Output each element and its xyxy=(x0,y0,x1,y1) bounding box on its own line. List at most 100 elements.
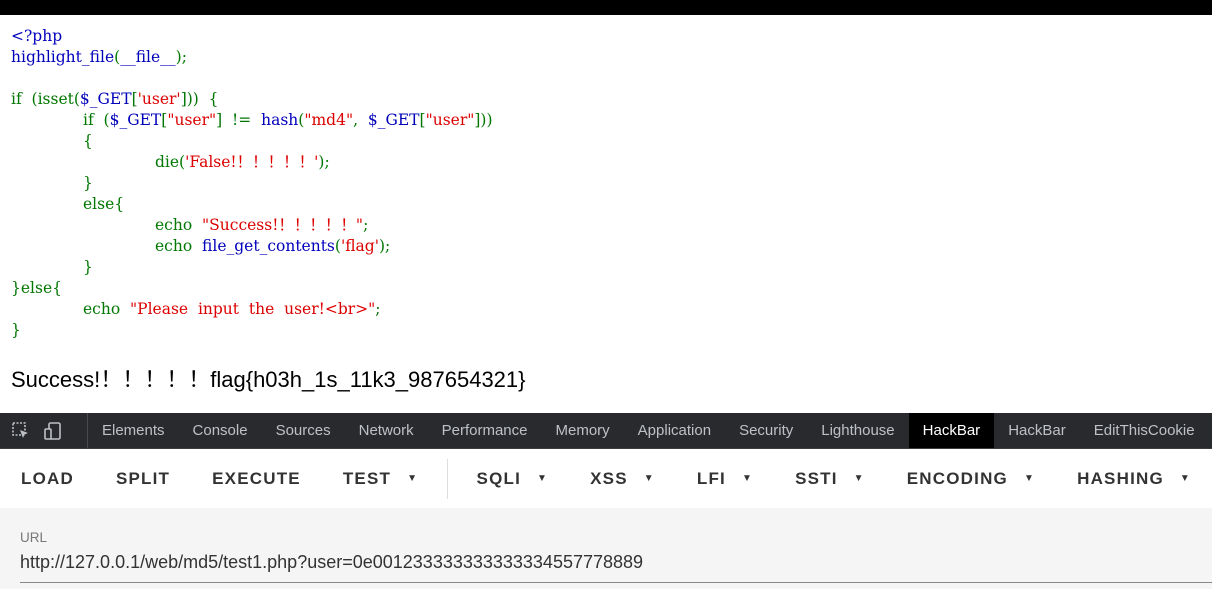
code-line: <?php xyxy=(11,26,493,47)
hackbar-hashing-button[interactable]: HASHING ▼ xyxy=(1056,449,1212,508)
hackbar-encoding-button[interactable]: ENCODING ▼ xyxy=(886,449,1056,508)
code-line: { xyxy=(83,131,493,152)
code-line: echo file_get_contents('flag'); xyxy=(155,236,493,257)
code-token: { xyxy=(83,132,93,150)
devtools-tab-lighthouse[interactable]: Lighthouse xyxy=(807,413,908,448)
code-token: ; xyxy=(375,300,381,318)
code-token: highlight_file xyxy=(11,48,115,66)
hackbar-ssti-button[interactable]: SSTI ▼ xyxy=(774,449,886,508)
code-line: else{ xyxy=(83,194,493,215)
devtools-tab-security[interactable]: Security xyxy=(725,413,807,448)
hackbar-button-label: XSS xyxy=(590,468,628,488)
code-token: file_get_contents xyxy=(202,237,335,255)
devtools-tab-editthiscookie[interactable]: EditThisCookie xyxy=(1080,413,1209,448)
caret-down-icon: ▼ xyxy=(1023,473,1036,484)
caret-down-icon: ▼ xyxy=(407,473,419,484)
code-token: ); xyxy=(175,48,187,66)
code-token: 'flag' xyxy=(340,237,379,255)
code-line: echo "Please input the user!<br>"; xyxy=(83,299,493,320)
code-token: ] != xyxy=(216,111,262,129)
code-token: ; xyxy=(363,216,369,234)
code-token: echo xyxy=(83,300,131,318)
url-label: URL xyxy=(20,530,48,545)
code-token: if (isset( xyxy=(11,90,80,108)
code-token: $_GET xyxy=(79,90,132,108)
code-token: } xyxy=(83,174,93,192)
code-token: else{ xyxy=(83,195,125,213)
code-line: if ($_GET["user"] != hash("md4", $_GET["… xyxy=(83,110,493,131)
hackbar-button-label: TEST xyxy=(342,468,392,488)
hackbar-load-button[interactable]: LOAD xyxy=(0,449,95,508)
hackbar-sqli-button[interactable]: SQLI ▼ xyxy=(456,449,570,508)
code-line: } xyxy=(11,320,493,341)
devtools-icon-group xyxy=(0,413,88,448)
device-toggle-icon[interactable] xyxy=(42,420,64,442)
hackbar-button-label: EXECUTE xyxy=(212,468,301,488)
caret-down-icon: ▼ xyxy=(1179,473,1191,484)
code-line: } xyxy=(83,173,493,194)
code-token: "user" xyxy=(425,111,475,129)
hackbar-button-label: HASHING xyxy=(1077,468,1164,488)
code-line: echo "Success!！！！！！"; xyxy=(155,215,493,236)
code-token: ])) xyxy=(474,111,493,129)
devtools-tab-elements[interactable]: Elements xyxy=(88,413,179,448)
code-token: ])) { xyxy=(180,90,219,108)
caret-down-icon: ▼ xyxy=(853,473,865,484)
url-input[interactable]: http://127.0.0.1/web/md5/test1.php?user=… xyxy=(20,552,1212,583)
code-line: highlight_file(__file__); xyxy=(11,47,493,68)
devtools-tab-memory[interactable]: Memory xyxy=(542,413,624,448)
devtools-tab-performance[interactable]: Performance xyxy=(428,413,542,448)
caret-down-icon: ▼ xyxy=(537,473,549,484)
caret-down-icon: ▼ xyxy=(741,473,754,484)
code-token: } xyxy=(11,321,21,339)
code-token: $_GET xyxy=(367,111,420,129)
code-token: } xyxy=(83,258,93,276)
code-line: if (isset($_GET['user'])) { xyxy=(11,89,493,110)
code-token: "Please input the user!<br>" xyxy=(130,300,376,318)
code-token: hash xyxy=(261,111,299,129)
code-token: ); xyxy=(318,153,330,171)
code-token: }else{ xyxy=(11,279,62,297)
hackbar-toolbar: LOAD SPLIT EXECUTE TEST ▼ SQLI ▼ XSS ▼ LFI ▼ SSTI ▼ E… xyxy=(0,449,1212,508)
hackbar-test-button[interactable]: TEST ▼ xyxy=(322,449,439,508)
php-source-code: <?php highlight_file(__file__); if (isset… xyxy=(11,26,493,341)
hackbar-button-label: SQLI xyxy=(476,468,522,488)
inspect-icon[interactable] xyxy=(10,420,32,442)
devtools-tab-application[interactable]: Application xyxy=(624,413,725,448)
code-token: "user" xyxy=(167,111,217,129)
hackbar-execute-button[interactable]: EXECUTE xyxy=(191,449,322,508)
hackbar-button-label: LFI xyxy=(696,468,726,488)
devtools-tab-bar: Elements Console Sources Network Performance… xyxy=(0,413,1212,449)
code-line: die('False!！！！！！'); xyxy=(155,152,493,173)
code-token: 'False!！！！！！' xyxy=(185,153,319,171)
page-output-text: Success!！！！！！flag{h03h_1s_11k3_987654321… xyxy=(11,367,526,392)
hackbar-url-panel: URL http://127.0.0.1/web/md5/test1.php?u… xyxy=(0,508,1212,589)
code-token: ); xyxy=(378,237,391,255)
code-token: "md4" xyxy=(304,111,354,129)
devtools-tab-hackbar[interactable]: HackBar xyxy=(994,413,1080,448)
hackbar-split-button[interactable]: SPLIT xyxy=(95,449,191,508)
code-token: 'user' xyxy=(137,90,181,108)
hackbar-lfi-button[interactable]: LFI ▼ xyxy=(676,449,774,508)
devtools-tab-hackbar[interactable]: HackBar xyxy=(908,413,995,448)
hackbar-button-label: SPLIT xyxy=(115,468,171,488)
hackbar-xss-button[interactable]: XSS ▼ xyxy=(569,449,676,508)
devtools-tab-network[interactable]: Network xyxy=(345,413,428,448)
code-token: "Success!！！！！！" xyxy=(202,216,364,234)
browser-top-bar xyxy=(0,0,1212,15)
code-token: <?php xyxy=(11,27,63,45)
hackbar-button-label: LOAD xyxy=(21,468,74,488)
code-token: , xyxy=(353,111,368,129)
devtools-tab-sources[interactable]: Sources xyxy=(262,413,345,448)
code-token: die( xyxy=(155,153,186,171)
caret-down-icon: ▼ xyxy=(643,473,655,484)
code-token: $_GET xyxy=(109,111,162,129)
hackbar-button-label: ENCODING xyxy=(906,468,1008,488)
code-token: echo xyxy=(155,216,203,234)
code-token: __file__ xyxy=(120,48,176,66)
devtools-tab-console[interactable]: Console xyxy=(179,413,262,448)
code-token: echo xyxy=(155,237,203,255)
code-line: }else{ xyxy=(11,278,493,299)
hackbar-button-label: SSTI xyxy=(795,468,838,488)
